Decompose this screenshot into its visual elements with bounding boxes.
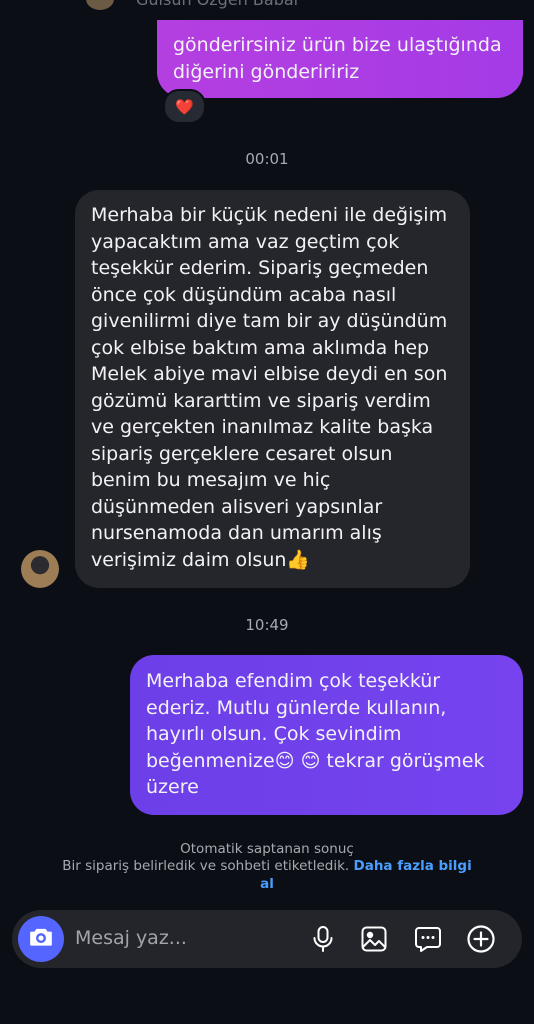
incoming-message-bubble[interactable]: Merhaba bir küçük nedeni ile değişim yap… — [75, 190, 470, 588]
outgoing-message-bubble[interactable]: Merhaba efendim çok teşekkür ederiz. Mut… — [130, 655, 523, 815]
message-composer: Mesaj yaz... — [12, 910, 522, 968]
message-text: Merhaba efendim çok teşekkür ederiz. Mut… — [146, 670, 485, 798]
contact-name[interactable]: Gülsün Özgen Babal — [136, 0, 298, 9]
message-input[interactable]: Mesaj yaz... — [75, 927, 187, 949]
message-timestamp: 10:49 — [245, 616, 289, 634]
camera-icon — [28, 924, 54, 954]
auto-detect-body: Bir sipariş belirledik ve sohbeti etiket… — [62, 858, 350, 874]
camera-button[interactable] — [18, 916, 64, 962]
sender-avatar[interactable] — [21, 550, 59, 588]
outgoing-message-bubble[interactable]: gönderirsiniz ürün bize ulaştığında diğe… — [157, 20, 523, 98]
auto-detect-title: Otomatik saptanan sonuç — [180, 841, 354, 857]
sticker-chat-icon[interactable] — [412, 923, 444, 955]
message-text: Merhaba bir küçük nedeni ile değişim yap… — [91, 204, 448, 571]
contact-avatar[interactable] — [86, 0, 114, 10]
microphone-icon[interactable] — [307, 923, 339, 955]
message-text: gönderirsiniz ürün bize ulaştığında diğe… — [173, 34, 502, 83]
gallery-icon[interactable] — [358, 923, 390, 955]
heart-reaction-icon[interactable]: ❤️ — [163, 89, 206, 124]
plus-icon[interactable] — [465, 923, 497, 955]
message-timestamp: 00:01 — [245, 150, 289, 168]
auto-detect-notice: Bir sipariş belirledik ve sohbeti etiket… — [60, 857, 474, 893]
